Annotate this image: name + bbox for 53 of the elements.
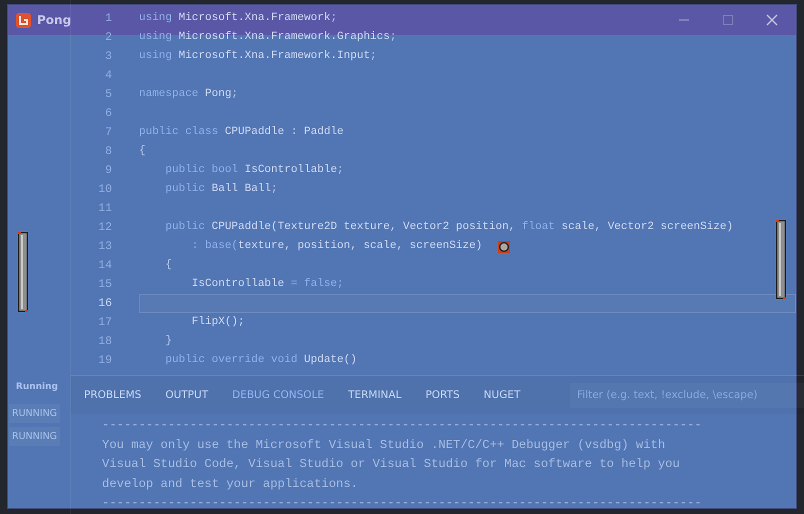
code-line: namespace Pong;: [139, 88, 238, 100]
line-number: 7: [104, 126, 112, 139]
panel-tab[interactable]: OUTPUT: [165, 389, 208, 401]
line-number: 15: [97, 278, 112, 291]
code-line: using Microsoft.Xna.Framework;: [139, 12, 338, 24]
line-number: 13: [97, 240, 112, 253]
window-title: Pong: [37, 13, 72, 27]
output-line: ----------------------------------------------------------------------------------: [102, 417, 703, 434]
status-badge: RUNNING: [9, 427, 60, 446]
code-line: {: [139, 145, 146, 157]
line-number: 12: [97, 221, 112, 234]
code-line: public Ball Ball;: [164, 183, 278, 195]
line-number: 16: [97, 297, 112, 310]
panel-tab[interactable]: PROBLEMS: [84, 389, 142, 401]
line-number: 8: [104, 145, 112, 158]
line-number: 9: [104, 164, 112, 177]
line-number: 4: [104, 69, 112, 82]
app-logo-icon: [16, 12, 31, 28]
maximize-icon[interactable]: [722, 14, 734, 26]
line-number: 3: [104, 50, 112, 63]
close-icon[interactable]: [766, 14, 778, 26]
code-line: using Microsoft.Xna.Framework.Graphics;: [139, 31, 396, 43]
line-number: 10: [97, 183, 112, 196]
output-line: You may only use the Microsoft Visual Studio .NET/C/C++ Debugger (vsdbg) with: [102, 436, 666, 454]
code-line: FlipX();: [190, 316, 245, 328]
code-line: public class CPUPaddle : Paddle: [139, 126, 344, 138]
line-number: 17: [97, 316, 112, 329]
code-line: using Microsoft.Xna.Framework.Input;: [139, 50, 377, 62]
code-line: {: [164, 259, 172, 271]
line-number: 2: [104, 31, 112, 44]
output-line: develop and test your applications.: [102, 476, 359, 492]
output-line: Visual Studio Code, Visual Studio or Visual Studio for Mac software to help you: [102, 456, 681, 473]
section-header: Running: [16, 382, 59, 394]
panel-tab[interactable]: DEBUG CONSOLE: [232, 389, 324, 401]
line-number: 1: [104, 12, 112, 25]
code-line: }: [164, 335, 172, 347]
panel-tab[interactable]: NUGET: [484, 389, 520, 401]
code-line: public override void Update(): [164, 354, 357, 366]
output-line: ----------------------------------------------------------------------------------: [102, 495, 703, 512]
panel-tab[interactable]: TERMINAL: [348, 389, 402, 401]
line-number: 19: [97, 354, 112, 367]
code-line: public CPUPaddle(Texture2D texture, Vector2 position, float scale, Vector2 screenSize): [164, 221, 734, 233]
code-line: IsControllable = false;: [190, 278, 344, 290]
line-number: 18: [97, 335, 112, 348]
line-number: 14: [97, 259, 112, 272]
code-line: : base(texture, position, scale, screenSize): [190, 240, 482, 252]
ball: [498, 241, 510, 253]
line-number: 5: [104, 88, 112, 101]
line-number: 11: [97, 202, 112, 215]
panel-tab[interactable]: PORTS: [425, 389, 460, 401]
line-number: 6: [104, 107, 112, 120]
code-line: public bool IsControllable;: [164, 164, 344, 176]
status-badge: RUNNING: [9, 404, 60, 423]
